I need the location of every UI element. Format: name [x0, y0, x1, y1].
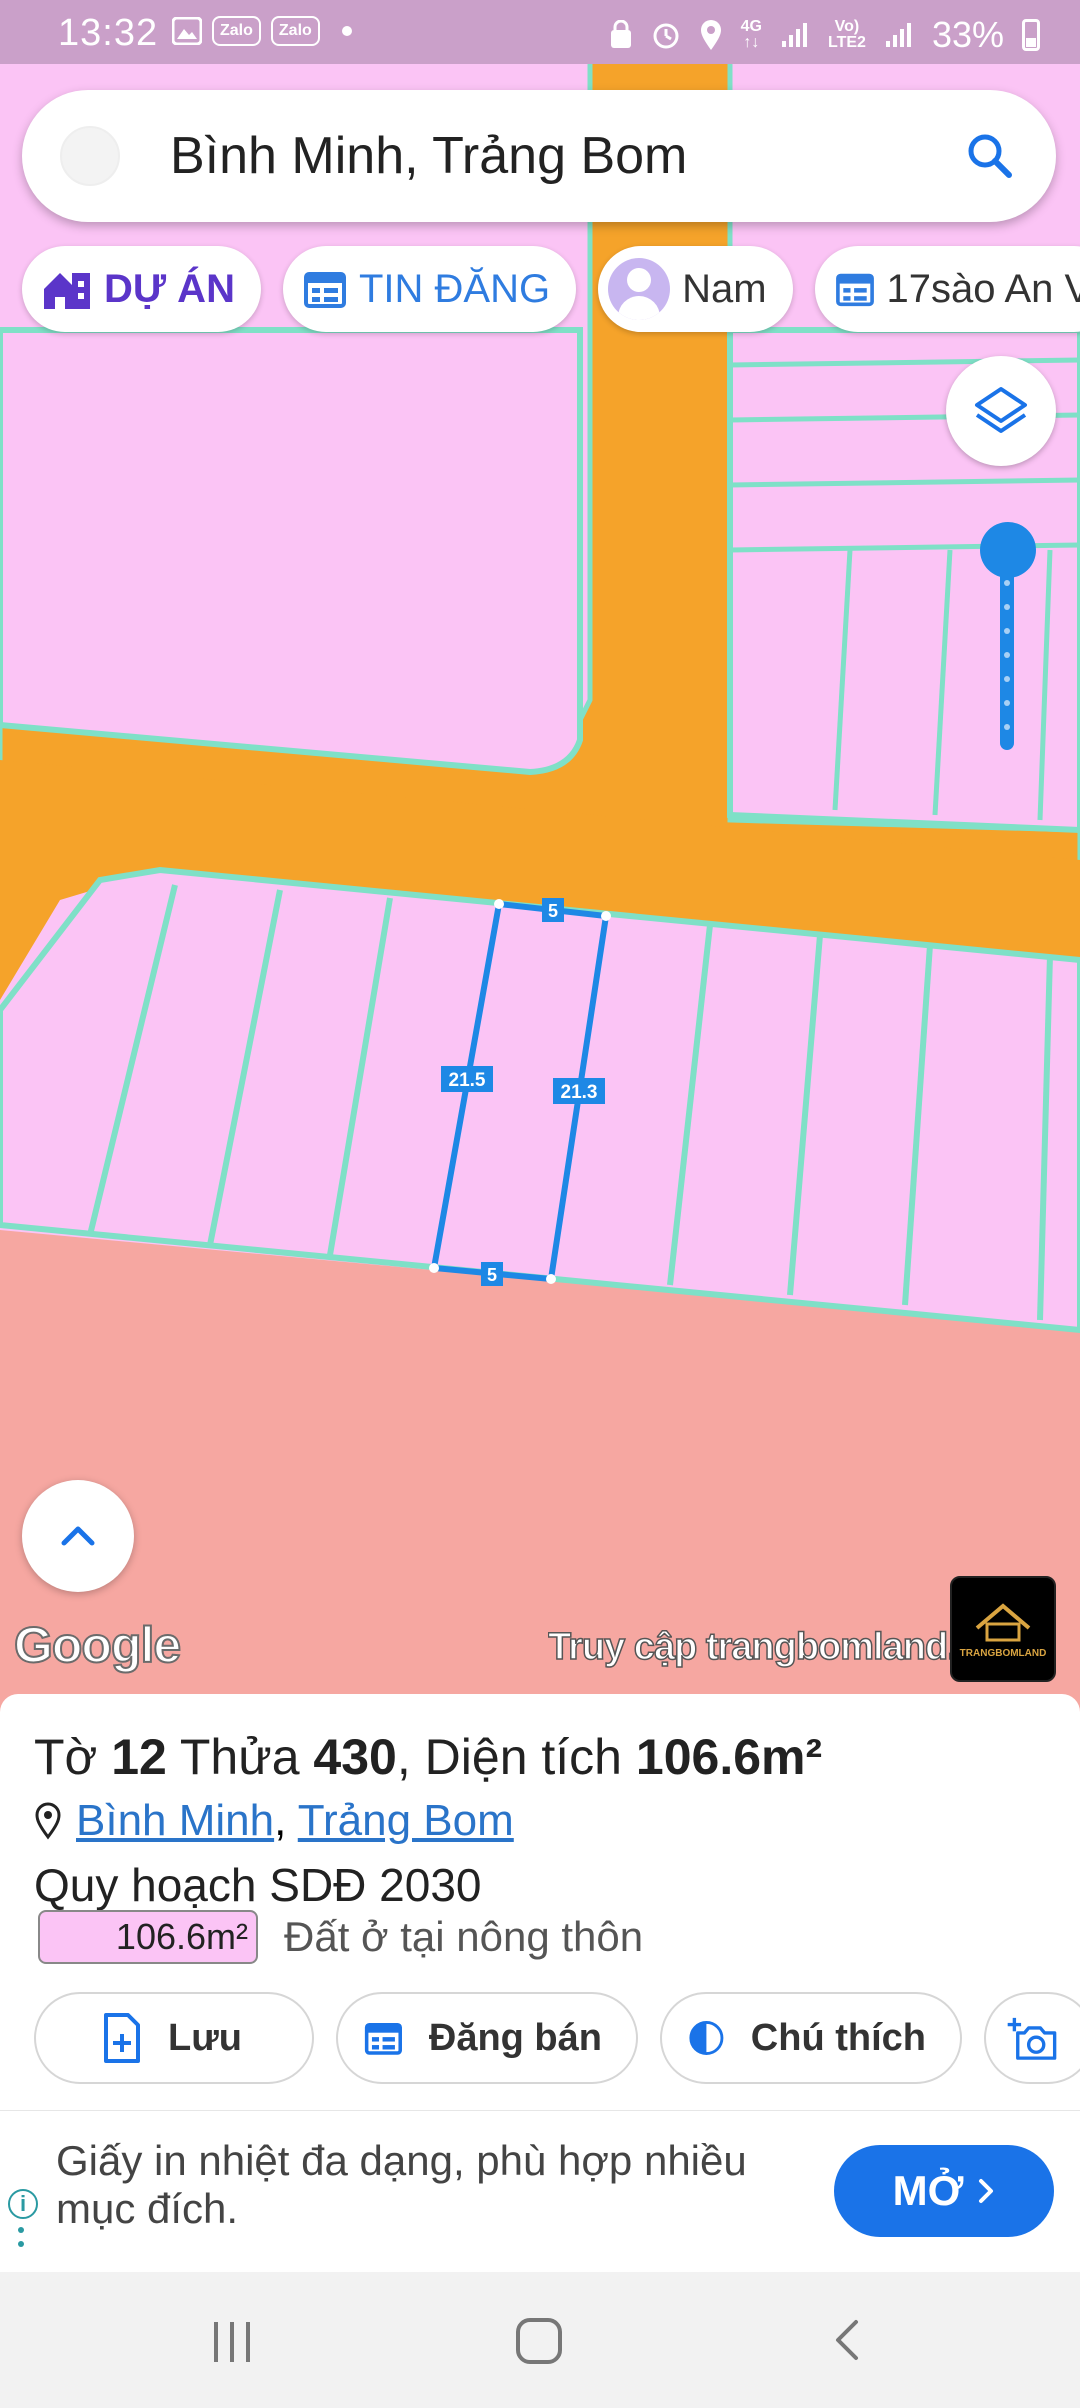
- edge-label-bottom: 5: [487, 1265, 497, 1285]
- land-use-legend: 106.6m² Đất ở tại nông thôn: [38, 1910, 643, 1964]
- add-photo-button[interactable]: [984, 1992, 1080, 2084]
- security-icon: [610, 20, 631, 48]
- dot-icon: [341, 26, 352, 36]
- status-bar: 13:32 Zalo Zalo 4G ↑↓ Vo) LTE2 33%: [0, 0, 1080, 64]
- legend-label: Chú thích: [750, 2016, 926, 2059]
- ad-dots-icon: [18, 2227, 24, 2255]
- chip-user[interactable]: Nam: [598, 246, 793, 332]
- parcel-title: Tờ 12 Thửa 430, Diện tích 106.6m²: [34, 1729, 823, 1785]
- action-buttons: Lưu Đăng bán Chú thích: [34, 1992, 1080, 2084]
- calendar-list-icon: [364, 2022, 402, 2055]
- location-row: Bình Minh, Trảng Bom: [34, 1796, 514, 1846]
- ad-text: Giấy in nhiệt đa dạng, phù hợp nhiều mục…: [56, 2137, 747, 2232]
- slider-tick: [1004, 580, 1010, 586]
- system-nav-bar: [0, 2272, 1080, 2408]
- location-icon: [700, 20, 721, 50]
- parcel-vertex: [429, 1263, 439, 1273]
- image-icon: [172, 17, 202, 45]
- post-sale-label: Đăng bán: [428, 2016, 602, 2059]
- save-button[interactable]: Lưu: [34, 1992, 314, 2084]
- location-pin-icon: [35, 1802, 61, 1840]
- network-4g-icon: 4G ↑↓: [740, 18, 762, 51]
- sheet-number: 12: [111, 1729, 167, 1785]
- chip-saved-label: 17sào An V: [886, 266, 1080, 311]
- slider-tick: [1004, 652, 1010, 658]
- save-label: Lưu: [168, 2016, 242, 2059]
- ad-info-icon[interactable]: i: [8, 2189, 38, 2219]
- title-parcel-word: Thửa: [179, 1729, 300, 1785]
- chip-listing[interactable]: TIN ĐĂNG: [282, 246, 577, 332]
- filter-chips: DỰ ÁN TIN ĐĂNG Nam 17sào An V: [22, 246, 1080, 332]
- signal-icon: [782, 23, 807, 47]
- search-bar[interactable]: Bình Minh, Trảng Bom: [22, 90, 1056, 222]
- opacity-slider-thumb[interactable]: [980, 522, 1036, 578]
- ad-open-button[interactable]: MỞ: [834, 2145, 1054, 2237]
- land-use-label: Đất ở tại nông thôn: [284, 1913, 644, 1960]
- zalo-icon: Zalo: [212, 16, 261, 46]
- home-icon[interactable]: [516, 2318, 562, 2364]
- edge-label-top: 5: [548, 901, 558, 921]
- parcel-number: 430: [313, 1729, 397, 1785]
- google-logo: Google: [13, 1616, 182, 1674]
- chip-project[interactable]: DỰ ÁN: [22, 246, 261, 332]
- title-sheet-word: Tờ: [34, 1729, 98, 1785]
- system-icons: 4G ↑↓ Vo) LTE2 33%: [609, 14, 1040, 56]
- add-photo-icon: [1007, 2017, 1057, 2060]
- plan-label: Quy hoạch SDĐ 2030: [34, 1859, 482, 1911]
- chip-listing-label: TIN ĐĂNG: [358, 266, 551, 311]
- legend-button[interactable]: Chú thích: [660, 1992, 962, 2084]
- block-upper-left: [0, 327, 583, 776]
- battery-percent: 33%: [931, 14, 1004, 55]
- status-time: 13:32: [58, 12, 159, 54]
- chevron-right-icon: [979, 2179, 994, 2203]
- calendar-list-icon: [835, 273, 874, 307]
- chip-user-label: Nam: [682, 266, 767, 311]
- title-area-word: Diện tích: [424, 1729, 622, 1785]
- ad-open-label: MỞ: [892, 2167, 964, 2214]
- search-input[interactable]: Bình Minh, Trảng Bom: [170, 126, 687, 186]
- signal-icon: [885, 23, 911, 47]
- zalo-icon: Zalo: [270, 16, 320, 46]
- user-avatar-icon: [608, 258, 671, 320]
- post-sale-button[interactable]: Đăng bán: [336, 1992, 638, 2084]
- file-add-icon: [104, 2013, 140, 2063]
- parcel-area: 106.6m²: [635, 1729, 823, 1785]
- contrast-icon: [689, 2021, 724, 2055]
- notification-icons: Zalo Zalo: [172, 16, 352, 46]
- slider-tick: [1004, 724, 1010, 730]
- account-avatar[interactable]: [60, 126, 120, 186]
- slider-tick: [1004, 628, 1010, 634]
- parcel-vertex: [546, 1274, 556, 1284]
- slider-tick: [1004, 700, 1010, 706]
- alarm-icon: [653, 23, 679, 49]
- buildings-icon: [44, 273, 90, 309]
- battery-icon: [1022, 19, 1040, 51]
- volte-icon: Vo) LTE2: [828, 18, 866, 51]
- chip-project-label: DỰ ÁN: [104, 266, 235, 311]
- chip-saved-listing[interactable]: 17sào An V: [814, 246, 1080, 332]
- calendar-list-icon: [303, 272, 346, 308]
- locality-link[interactable]: Bình Minh: [76, 1796, 274, 1845]
- edge-label-left: 21.5: [449, 1070, 486, 1091]
- brand-logo-tile[interactable]: TRANGBOMLAND: [950, 1576, 1056, 1682]
- slider-tick: [1004, 604, 1010, 610]
- brand-logo-text: TRANGBOMLAND: [959, 1647, 1047, 1659]
- expand-up-button[interactable]: [22, 1480, 134, 1592]
- district-link[interactable]: Trảng Bom: [298, 1796, 514, 1845]
- search-icon[interactable]: [962, 128, 1018, 184]
- layers-icon: [975, 387, 1027, 433]
- ad-banner[interactable]: i Giấy in nhiệt đa dạng, phù hợp nhiều m…: [0, 2110, 1080, 2272]
- land-use-swatch: 106.6m²: [38, 1910, 258, 1964]
- parcel-vertex: [494, 899, 504, 909]
- edge-label-right: 21.3: [561, 1082, 598, 1103]
- promo-link[interactable]: Truy cập trangbomland.c: [548, 1626, 954, 1669]
- slider-tick: [1004, 676, 1010, 682]
- parcel-vertex: [601, 911, 611, 921]
- recent-apps-icon[interactable]: [214, 2322, 250, 2362]
- chevron-up-icon: [61, 1526, 95, 1546]
- parcel-info-sheet: Tờ 12 Thửa 430, Diện tích 106.6m² Bình M…: [0, 1694, 1080, 2110]
- back-icon[interactable]: [828, 2318, 872, 2362]
- layers-button[interactable]: [946, 356, 1056, 466]
- house-logo-icon: [975, 1602, 1031, 1641]
